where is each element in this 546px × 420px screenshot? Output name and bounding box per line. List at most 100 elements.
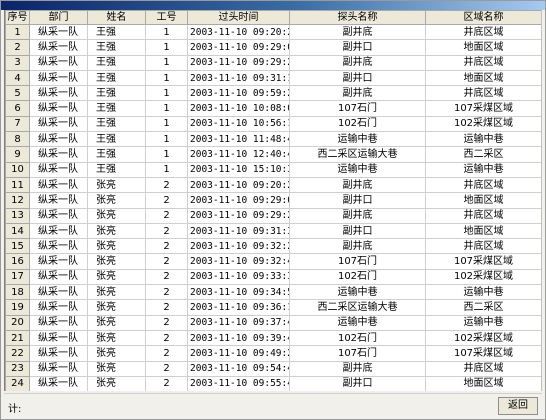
area-name-cell: 井底区域 <box>425 54 541 71</box>
table-row[interactable]: 14 纵采一队 张亮 2 2003-11-10 09:31:31 副井口 地面区域 <box>5 222 541 240</box>
pass-time-cell: 2003-11-10 09:29:05 <box>187 192 290 209</box>
area-name-cell: 井底区域 <box>425 23 541 41</box>
department-cell: 纵采一队 <box>29 54 88 71</box>
col-department-header[interactable]: 部门 <box>29 10 88 25</box>
probe-name-cell: 副井底 <box>289 238 426 255</box>
name-cell: 张亮 <box>87 345 146 362</box>
department-cell: 纵采一队 <box>29 115 88 133</box>
employee-id-cell: 2 <box>145 314 188 331</box>
probe-name-cell: 107石门 <box>289 253 426 270</box>
employee-id-cell: 2 <box>145 268 188 286</box>
table-row[interactable]: 1 纵采一队 王强 1 2003-11-10 09:20:23 副井底 井底区域 <box>5 23 541 41</box>
department-cell: 纵采一队 <box>29 146 88 163</box>
row-index: 3 <box>5 54 30 71</box>
table-row[interactable]: 17 纵采一队 张亮 2 2003-11-10 09:33:36 102石门 102采煤区域 <box>5 268 541 286</box>
row-index: 15 <box>5 238 30 255</box>
records-table: 序号 部门 姓名 工号 过头时间 探头名称 区域名称 1 纵采一队 王强 1 2003-11-10 … <box>5 10 541 391</box>
table-row[interactable]: 8 纵采一队 王强 1 2003-11-10 11:48:41 运输中巷 运输中巷 <box>5 131 541 148</box>
employee-id-cell: 2 <box>145 360 188 377</box>
table-row[interactable]: 7 纵采一队 王强 1 2003-11-10 10:56:11 102石门 102采煤区域 <box>5 115 541 133</box>
col-name-header[interactable]: 姓名 <box>87 10 146 25</box>
table-row[interactable]: 10 纵采一队 王强 1 2003-11-10 15:10:32 运输中巷 运输中巷 <box>5 161 541 178</box>
col-employee-id-header[interactable]: 工号 <box>145 10 188 25</box>
employee-id-cell: 1 <box>145 131 188 148</box>
area-name-cell: 107采煤区域 <box>425 345 541 362</box>
name-cell: 张亮 <box>87 299 146 316</box>
area-name-cell: 井底区域 <box>425 238 541 255</box>
pass-time-cell: 2003-11-10 09:36:17 <box>187 299 290 316</box>
name-cell: 张亮 <box>87 222 146 240</box>
table-row[interactable]: 9 纵采一队 王强 1 2003-11-10 12:40:49 西二采区运输大巷 西二采区 <box>5 146 541 163</box>
pass-time-cell: 2003-11-10 09:29:22 <box>187 207 290 224</box>
area-name-cell: 地面区域 <box>425 192 541 209</box>
name-cell: 张亮 <box>87 360 146 377</box>
row-index: 21 <box>5 329 30 347</box>
probe-name-cell: 副井口 <box>289 69 426 87</box>
employee-id-cell: 2 <box>145 207 188 224</box>
pass-time-cell: 2003-11-10 09:32:45 <box>187 253 290 270</box>
department-cell: 纵采一队 <box>29 360 88 377</box>
employee-id-cell: 1 <box>145 161 188 178</box>
table-row[interactable]: 20 纵采一队 张亮 2 2003-11-10 09:37:42 运输中巷 运输中巷 <box>5 314 541 331</box>
total-label: 计: <box>8 404 22 415</box>
name-cell: 王强 <box>87 69 146 87</box>
pass-time-cell: 2003-11-10 09:31:31 <box>187 222 290 240</box>
table-row[interactable]: 2 纵采一队 王强 1 2003-11-10 09:29:05 副井口 地面区域 <box>5 39 541 56</box>
pass-time-cell: 2003-11-10 09:55:43 <box>187 375 290 391</box>
pass-time-cell: 2003-11-10 09:29:21 <box>187 54 290 71</box>
table-row[interactable]: 22 纵采一队 张亮 2 2003-11-10 09:49:25 107石门 107采煤区域 <box>5 345 541 362</box>
report-window: 序号 部门 姓名 工号 过头时间 探头名称 区域名称 1 纵采一队 王强 1 2003-11-10 … <box>0 0 546 420</box>
row-index: 1 <box>5 23 30 41</box>
probe-name-cell: 107石门 <box>289 345 426 362</box>
col-index-header[interactable]: 序号 <box>5 10 30 25</box>
table-row[interactable]: 19 纵采一队 张亮 2 2003-11-10 09:36:17 西二采区运输大巷 西二采区 <box>5 299 541 316</box>
table-row[interactable]: 23 纵采一队 张亮 2 2003-11-10 09:54:43 副井底 井底区域 <box>5 360 541 377</box>
col-probe-name-header[interactable]: 探头名称 <box>289 10 426 25</box>
table-row[interactable]: 11 纵采一队 张亮 2 2003-11-10 09:20:22 副井底 井底区域 <box>5 176 541 194</box>
name-cell: 王强 <box>87 161 146 178</box>
area-name-cell: 102采煤区域 <box>425 115 541 133</box>
table-row[interactable]: 4 纵采一队 王强 1 2003-11-10 09:31:14 副井口 地面区域 <box>5 69 541 87</box>
area-name-cell: 102采煤区域 <box>425 329 541 347</box>
pass-time-cell: 2003-11-10 09:49:25 <box>187 345 290 362</box>
row-index: 13 <box>5 207 30 224</box>
table-row[interactable]: 24 纵采一队 张亮 2 2003-11-10 09:55:43 副井口 地面区域 <box>5 375 541 391</box>
col-area-name-header[interactable]: 区域名称 <box>425 10 541 25</box>
table-row[interactable]: 16 纵采一队 张亮 2 2003-11-10 09:32:45 107石门 107采煤区域 <box>5 253 541 270</box>
row-index: 8 <box>5 131 30 148</box>
table-row[interactable]: 18 纵采一队 张亮 2 2003-11-10 09:34:58 运输中巷 运输中巷 <box>5 284 541 301</box>
employee-id-cell: 2 <box>145 238 188 255</box>
table-row[interactable]: 12 纵采一队 张亮 2 2003-11-10 09:29:05 副井口 地面区域 <box>5 192 541 209</box>
pass-time-cell: 2003-11-10 09:34:58 <box>187 284 290 301</box>
pass-time-cell: 2003-11-10 11:48:41 <box>187 131 290 148</box>
table-row[interactable]: 6 纵采一队 王强 1 2003-11-10 10:08:08 107石门 107采煤区域 <box>5 100 541 117</box>
name-cell: 张亮 <box>87 268 146 286</box>
records-grid[interactable]: 序号 部门 姓名 工号 过头时间 探头名称 区域名称 1 纵采一队 王强 1 2003-11-10 … <box>4 10 542 391</box>
department-cell: 纵采一队 <box>29 131 88 148</box>
row-index: 22 <box>5 345 30 362</box>
pass-time-cell: 2003-11-10 10:56:11 <box>187 115 290 133</box>
col-pass-time-header[interactable]: 过头时间 <box>187 10 290 25</box>
back-button[interactable]: 返回 <box>498 397 538 415</box>
table-row[interactable]: 5 纵采一队 王强 1 2003-11-10 09:59:27 副井底 井底区域 <box>5 85 541 102</box>
probe-name-cell: 运输中巷 <box>289 314 426 331</box>
row-index: 16 <box>5 253 30 270</box>
row-index: 12 <box>5 192 30 209</box>
probe-name-cell: 102石门 <box>289 329 426 347</box>
name-cell: 张亮 <box>87 192 146 209</box>
area-name-cell: 地面区域 <box>425 375 541 391</box>
row-index: 18 <box>5 284 30 301</box>
pass-time-cell: 2003-11-10 09:31:14 <box>187 69 290 87</box>
employee-id-cell: 2 <box>145 299 188 316</box>
area-name-cell: 运输中巷 <box>425 314 541 331</box>
department-cell: 纵采一队 <box>29 23 88 41</box>
table-row[interactable]: 3 纵采一队 王强 1 2003-11-10 09:29:21 副井底 井底区域 <box>5 54 541 71</box>
table-row[interactable]: 21 纵采一队 张亮 2 2003-11-10 09:39:48 102石门 102采煤区域 <box>5 329 541 347</box>
table-row[interactable]: 13 纵采一队 张亮 2 2003-11-10 09:29:22 副井底 井底区域 <box>5 207 541 224</box>
probe-name-cell: 副井底 <box>289 176 426 194</box>
department-cell: 纵采一队 <box>29 253 88 270</box>
table-row[interactable]: 15 纵采一队 张亮 2 2003-11-10 09:32:20 副井底 井底区域 <box>5 238 541 255</box>
area-name-cell: 107采煤区域 <box>425 100 541 117</box>
name-cell: 张亮 <box>87 329 146 347</box>
probe-name-cell: 副井口 <box>289 192 426 209</box>
